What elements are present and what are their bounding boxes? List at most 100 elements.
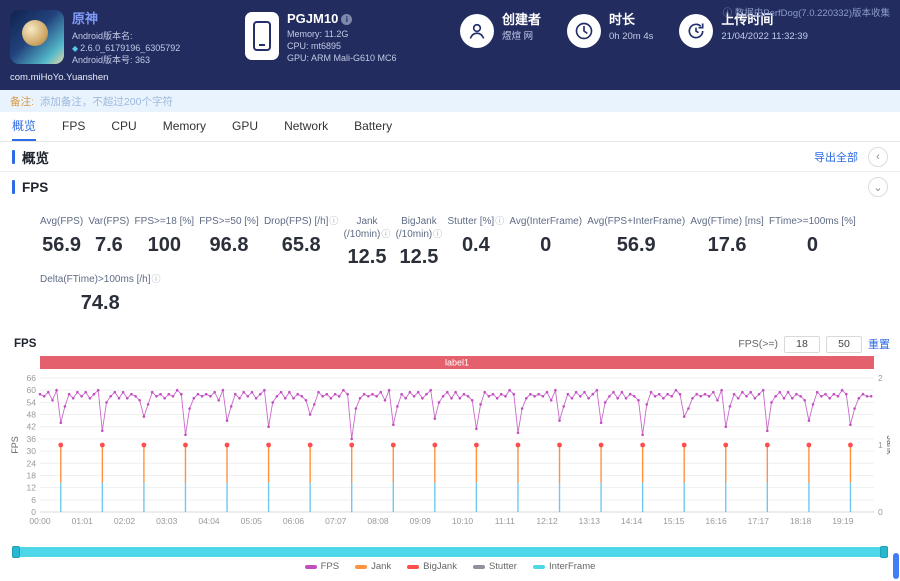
fps-metrics-row: Avg(FPS) 56.9 Var(FPS) 7.6 FPS>=18 [%] 100 FPS… [0,202,900,272]
duration-value: 0h 20m 4s [609,30,654,42]
metric-value: 74.8 [80,291,120,314]
metric-value: 56.9 [616,233,656,256]
metric-value: 17.6 [707,233,747,256]
info-icon[interactable]: ⓘ [329,216,338,226]
fps-line-chart[interactable]: label10612182430364248546066012FPS Jank00… [10,356,895,540]
legend-item-FPS[interactable]: FPS [304,561,339,572]
svg-text:36: 36 [27,434,37,444]
device-gpu: GPU: ARM Mali-G610 MC6 [287,52,397,63]
metric-value: 12.5 [347,246,387,268]
legend-marker [407,564,420,569]
phone-icon [245,12,279,60]
legend-item-Jank[interactable]: Jank [355,561,391,572]
game-info: 原神 Android版本名: ◆ 2.6.0_6179196_6305792 An… [10,10,245,90]
chart-banner-label: label1 [445,358,469,368]
tab-bar: 概览 FPS CPU Memory GPU Network Battery [0,112,900,142]
device-info-icon[interactable]: i [341,14,353,26]
section-accent-bar [12,149,15,164]
metric-FPS>=18 [%]: FPS>=18 [%] 100 [134,216,195,256]
metric-Avg(FPS+InterFrame): Avg(FPS+InterFrame) 56.9 [587,216,686,256]
threshold-label: FPS(>=) [738,338,778,350]
device-cpu: CPU: mt6895 [287,40,342,51]
metric-Avg(InterFrame): Avg(InterFrame) 0 [509,216,583,256]
fps-section-header: FPS ⌄ [0,172,900,202]
info-icon[interactable]: ⓘ [495,216,504,226]
threshold-high-input[interactable] [826,335,862,353]
collapse-left-button[interactable]: ‹ [868,146,888,167]
export-all-link[interactable]: 导出全部 [814,149,858,165]
metric-Drop(FPS) [/h]: Drop(FPS) [/h]ⓘ 65.8 [263,216,339,256]
metric-BigJank(/10min): BigJank (/10min)ⓘ 12.5 [395,216,443,268]
creator-icon [460,14,494,48]
metric-value: 65.8 [281,233,321,256]
chart-title: FPS [14,338,37,350]
svg-text:12:12: 12:12 [536,516,558,526]
header: 原神 Android版本名: ◆ 2.6.0_6179196_6305792 An… [0,0,900,90]
svg-text:54: 54 [27,397,37,407]
android-version-label: Android版本名: [72,30,133,41]
info-icon[interactable]: ⓘ [381,229,390,239]
metric-value: 100 [147,233,181,256]
duration-label: 时长 [609,12,636,27]
notes-bar[interactable]: 备注: 添加备注，不超过200个字符 [0,90,900,112]
overview-title: 概览 [22,150,49,166]
info-icon[interactable]: ⓘ [152,274,161,284]
overview-section-header: 概览 导出全部 ‹ [0,142,900,172]
info-icon[interactable]: ⓘ [433,229,442,239]
legend-item-Stutter[interactable]: Stutter [472,561,517,572]
svg-text:12: 12 [27,483,37,493]
tab-CPU[interactable]: CPU [111,112,136,141]
svg-text:0: 0 [878,507,883,517]
upload-block: 上传时间 21/04/2022 11:32:39 [679,10,808,90]
legend-item-InterFrame[interactable]: InterFrame [532,561,595,572]
svg-text:19:19: 19:19 [832,516,854,526]
metric-Stutter [%]: Stutter [%]ⓘ 0.4 [447,216,505,256]
tab-FPS[interactable]: FPS [62,112,85,141]
chart-range-slider[interactable] [12,546,888,558]
reset-button[interactable]: 重置 [868,336,890,352]
svg-text:42: 42 [27,422,37,432]
metric-value: 96.8 [209,233,249,256]
upload-value: 21/04/2022 11:32:39 [721,30,808,42]
range-handle-left[interactable] [12,546,20,558]
device-memory: Memory: 11.2G [287,28,349,39]
metric-Var(FPS): Var(FPS) 7.6 [88,216,130,256]
tab-GPU[interactable]: GPU [232,112,258,141]
package-name: com.miHoYo.Yuanshen [10,71,109,83]
svg-text:48: 48 [27,410,37,420]
svg-text:10:10: 10:10 [452,516,474,526]
tab-概览[interactable]: 概览 [12,112,37,141]
page-scrollbar-thumb[interactable] [893,553,899,579]
svg-text:17:17: 17:17 [748,516,770,526]
legend-item-BigJank[interactable]: BigJank [407,561,457,572]
creator-label: 创建者 [502,12,542,27]
collapse-fps-button[interactable]: ⌄ [868,177,888,197]
duration-block: 时长 0h 20m 4s [567,10,653,90]
svg-text:60: 60 [27,385,37,395]
svg-text:18:18: 18:18 [790,516,812,526]
upload-time-icon [679,14,714,48]
svg-text:FPS: FPS [10,436,20,454]
svg-text:15:15: 15:15 [663,516,685,526]
range-handle-right[interactable] [880,546,888,558]
notes-placeholder[interactable]: 添加备注，不超过200个字符 [40,94,173,109]
svg-text:1: 1 [878,440,883,450]
legend-marker [304,564,317,569]
svg-text:18: 18 [27,470,37,480]
svg-text:04:04: 04:04 [198,516,220,526]
svg-text:16:16: 16:16 [705,516,727,526]
metric-value: 56.9 [42,233,82,256]
svg-text:08:08: 08:08 [367,516,389,526]
metric-Jank(/10min): Jank (/10min)ⓘ 12.5 [343,216,391,268]
threshold-low-input[interactable] [784,335,820,353]
tab-Memory[interactable]: Memory [163,112,206,141]
svg-text:01:01: 01:01 [72,516,94,526]
svg-text:06:06: 06:06 [283,516,305,526]
svg-text:03:03: 03:03 [156,516,178,526]
fps-title: FPS [22,179,49,195]
metric-value: 7.6 [94,233,123,256]
metric-Delta(FTime)>100ms [/h]: Delta(FTime)>100ms [/h]ⓘ 74.8 [40,274,161,314]
tab-Battery[interactable]: Battery [354,112,392,141]
tab-Network[interactable]: Network [284,112,328,141]
android-version-value: 2.6.0_6179196_6305792 [80,42,181,53]
